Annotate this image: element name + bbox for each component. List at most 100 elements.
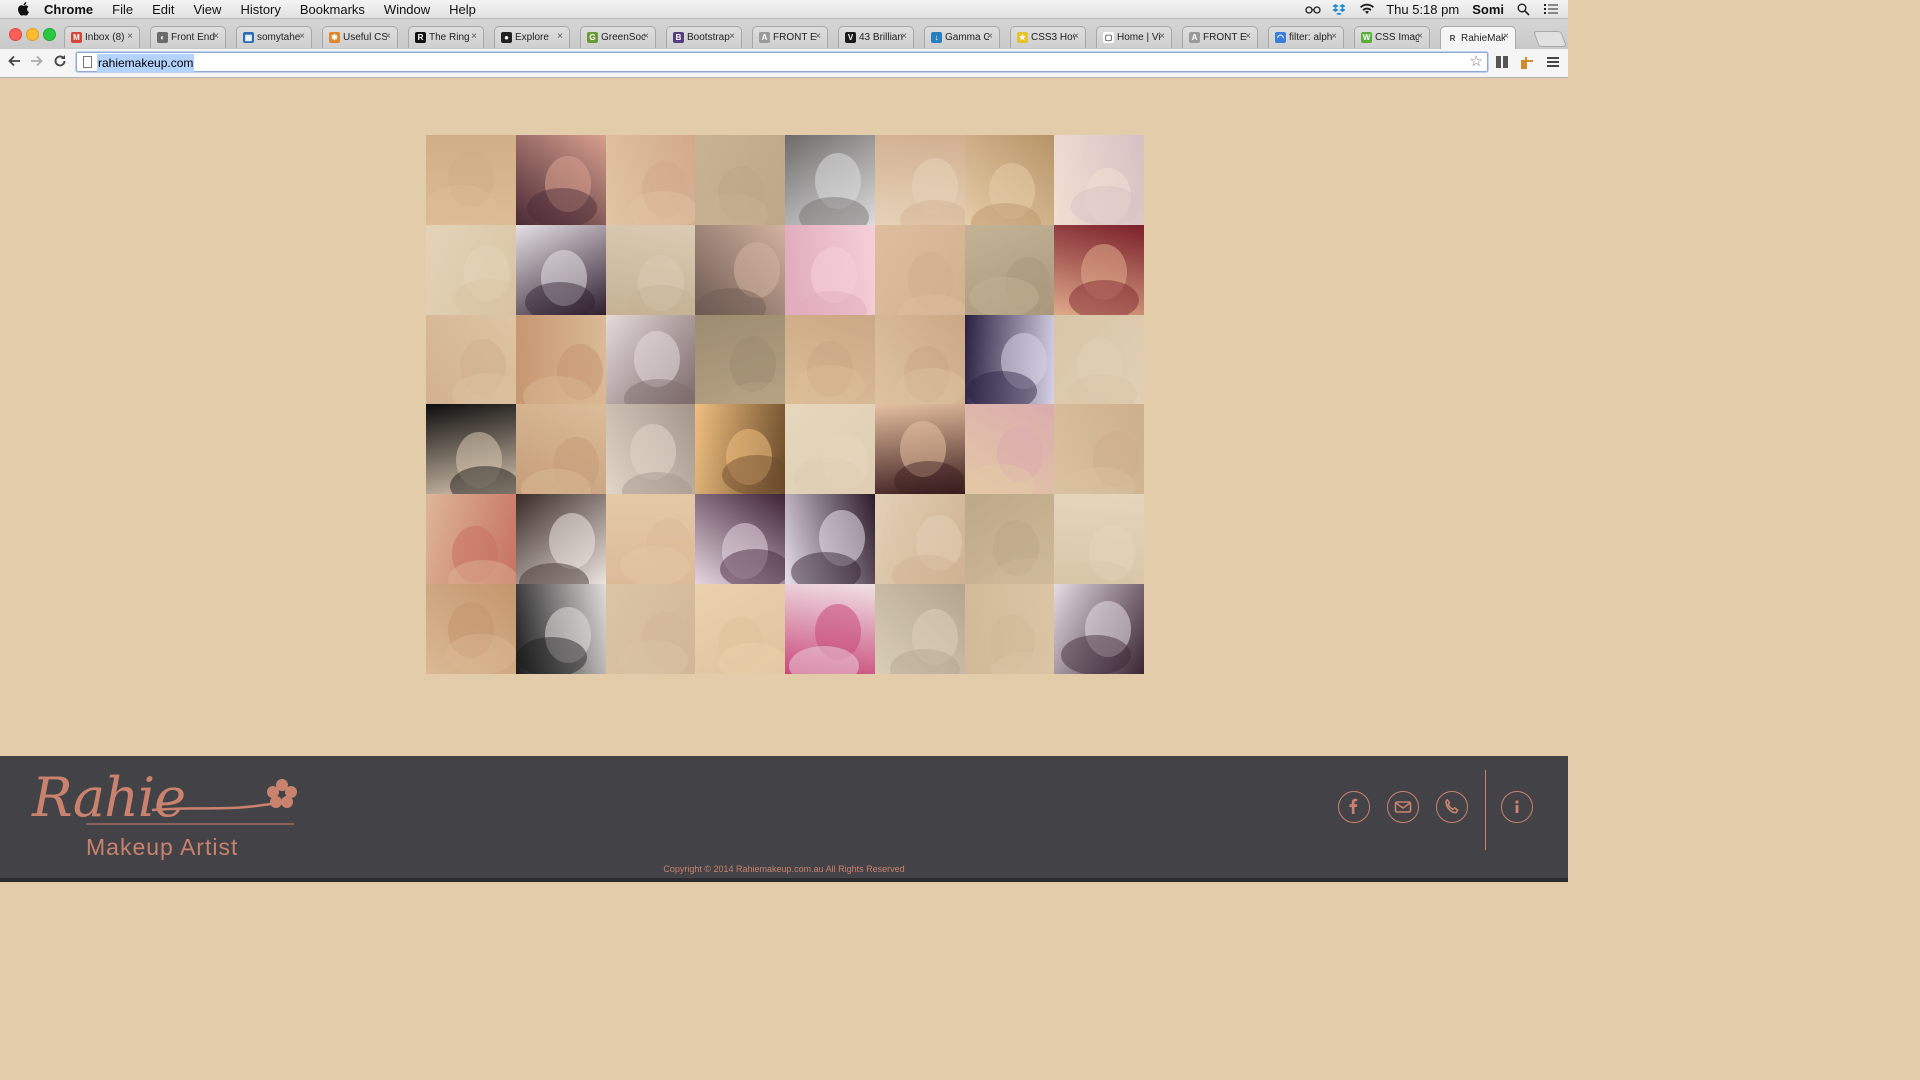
gallery-photo-faded[interactable] <box>605 494 696 584</box>
phone-icon[interactable] <box>1436 791 1468 823</box>
tab-close-icon[interactable]: × <box>127 31 133 42</box>
gallery-photo-faded[interactable] <box>874 494 965 584</box>
notification-center-icon[interactable] <box>1544 3 1558 15</box>
gallery-photo[interactable] <box>1054 135 1144 225</box>
gallery-photo[interactable] <box>605 404 696 495</box>
gallery-photo[interactable] <box>1054 224 1144 315</box>
reading-list-icon[interactable] <box>1494 55 1510 71</box>
browser-tab[interactable]: ◐ Front End × <box>150 26 226 48</box>
browser-tab[interactable]: M Inbox (8) × <box>64 26 140 48</box>
gallery-photo-faded[interactable] <box>785 404 875 495</box>
gallery-photo[interactable] <box>695 224 785 315</box>
browser-tab[interactable]: V 43 Brilliant × <box>838 26 914 48</box>
tab-close-icon[interactable]: × <box>1503 31 1509 42</box>
reload-icon[interactable] <box>51 54 69 72</box>
site-logo[interactable]: Rahie Makeup Artist <box>32 766 312 866</box>
menubar-clock[interactable]: Thu 5:18 pm <box>1386 2 1459 17</box>
tab-close-icon[interactable]: × <box>1417 31 1423 42</box>
back-arrow-icon[interactable] <box>5 54 23 72</box>
gallery-photo[interactable] <box>695 494 785 584</box>
tab-close-icon[interactable]: × <box>299 31 305 42</box>
tab-close-icon[interactable]: × <box>729 31 735 42</box>
extension-icon[interactable] <box>1519 55 1535 71</box>
gallery-photo[interactable] <box>785 583 875 674</box>
tab-close-icon[interactable]: × <box>901 31 907 42</box>
browser-tab[interactable]: ★ CSS3 Hov × <box>1010 26 1086 48</box>
gallery-photo-faded[interactable] <box>426 314 516 405</box>
tab-close-icon[interactable]: × <box>471 31 477 42</box>
bookmark-star-icon[interactable]: ☆ <box>1470 53 1483 71</box>
browser-tab[interactable]: ▢ Home | Vi × <box>1096 26 1172 48</box>
gallery-photo-faded[interactable] <box>605 135 696 225</box>
gallery-photo[interactable] <box>426 404 516 495</box>
chrome-menu-icon[interactable] <box>1545 55 1561 71</box>
tab-close-icon[interactable]: × <box>557 31 563 42</box>
gallery-photo-faded[interactable] <box>695 314 785 405</box>
gallery-photo-faded[interactable] <box>515 314 606 405</box>
gallery-photo-faded[interactable] <box>426 135 516 225</box>
tab-close-icon[interactable]: × <box>385 31 391 42</box>
gallery-photo-faded[interactable] <box>874 224 965 315</box>
browser-tab[interactable]: ● Explore × <box>494 26 570 48</box>
info-icon[interactable] <box>1501 791 1533 823</box>
tab-close-icon[interactable]: × <box>1245 31 1251 42</box>
gallery-photo[interactable] <box>785 224 875 315</box>
browser-tab[interactable]: AFRONT EN× <box>1182 26 1258 48</box>
tab-close-icon[interactable]: × <box>1159 31 1165 42</box>
gallery-photo[interactable] <box>515 135 606 225</box>
address-bar[interactable]: rahiemakeup.com ☆ <box>76 52 1488 72</box>
gallery-photo[interactable] <box>515 494 606 584</box>
tab-close-icon[interactable]: × <box>213 31 219 42</box>
browser-tab[interactable]: AFRONT EN× <box>752 26 828 48</box>
gallery-photo-faded[interactable] <box>1054 314 1144 405</box>
gallery-photo-faded[interactable] <box>964 583 1055 674</box>
browser-tab[interactable]: R RahieMak × <box>1440 26 1516 49</box>
spotlight-search-icon[interactable] <box>1517 3 1531 16</box>
gallery-photo-faded[interactable] <box>785 314 875 405</box>
menu-help[interactable]: Help <box>449 2 476 17</box>
menu-app-name[interactable]: Chrome <box>44 2 93 17</box>
window-zoom-button[interactable] <box>43 28 56 41</box>
dropbox-icon[interactable] <box>1332 3 1346 15</box>
gallery-photo[interactable] <box>1054 583 1144 674</box>
gallery-photo[interactable] <box>964 314 1055 405</box>
tab-close-icon[interactable]: × <box>987 31 993 42</box>
menu-file[interactable]: File <box>112 2 133 17</box>
gallery-photo-faded[interactable] <box>515 404 606 495</box>
gallery-photo-faded[interactable] <box>964 404 1055 495</box>
tab-close-icon[interactable]: × <box>1331 31 1337 42</box>
browser-tab[interactable]: ✱Useful CSS× <box>322 26 398 48</box>
new-tab-button[interactable] <box>1533 31 1567 47</box>
menu-edit[interactable]: Edit <box>152 2 174 17</box>
browser-tab[interactable]: GGreenSock× <box>580 26 656 48</box>
wifi-icon[interactable] <box>1359 3 1375 15</box>
window-close-button[interactable] <box>9 28 22 41</box>
gallery-photo[interactable] <box>515 224 606 315</box>
gallery-photo[interactable] <box>605 314 696 405</box>
gallery-photo[interactable] <box>785 135 875 225</box>
gallery-photo[interactable] <box>785 494 875 584</box>
forward-arrow-icon[interactable] <box>28 54 46 72</box>
glasses-icon[interactable] <box>1305 3 1321 15</box>
menu-bookmarks[interactable]: Bookmarks <box>300 2 365 17</box>
gallery-photo-faded[interactable] <box>964 494 1055 584</box>
gallery-photo-faded[interactable] <box>964 224 1055 315</box>
gallery-photo[interactable] <box>515 583 606 674</box>
gallery-photo-faded[interactable] <box>695 583 785 674</box>
gallery-photo-faded[interactable] <box>1054 494 1144 584</box>
gallery-photo-faded[interactable] <box>874 583 965 674</box>
gallery-photo-faded[interactable] <box>605 224 696 315</box>
browser-tab[interactable]: B Bootstrap × <box>666 26 742 48</box>
gallery-photo-faded[interactable] <box>695 135 785 225</box>
address-bar-url[interactable]: rahiemakeup.com <box>97 54 195 72</box>
tab-close-icon[interactable]: × <box>815 31 821 42</box>
menu-view[interactable]: View <box>193 2 221 17</box>
gallery-photo-faded[interactable] <box>426 583 516 674</box>
gallery-photo-faded[interactable] <box>874 314 965 405</box>
browser-tab[interactable]: RThe Ring H× <box>408 26 484 48</box>
apple-icon[interactable] <box>16 2 30 16</box>
menu-window[interactable]: Window <box>384 2 430 17</box>
browser-tab[interactable]: W CSS Imag × <box>1354 26 1430 48</box>
gallery-photo[interactable] <box>964 135 1055 225</box>
menubar-user[interactable]: Somi <box>1472 2 1504 17</box>
